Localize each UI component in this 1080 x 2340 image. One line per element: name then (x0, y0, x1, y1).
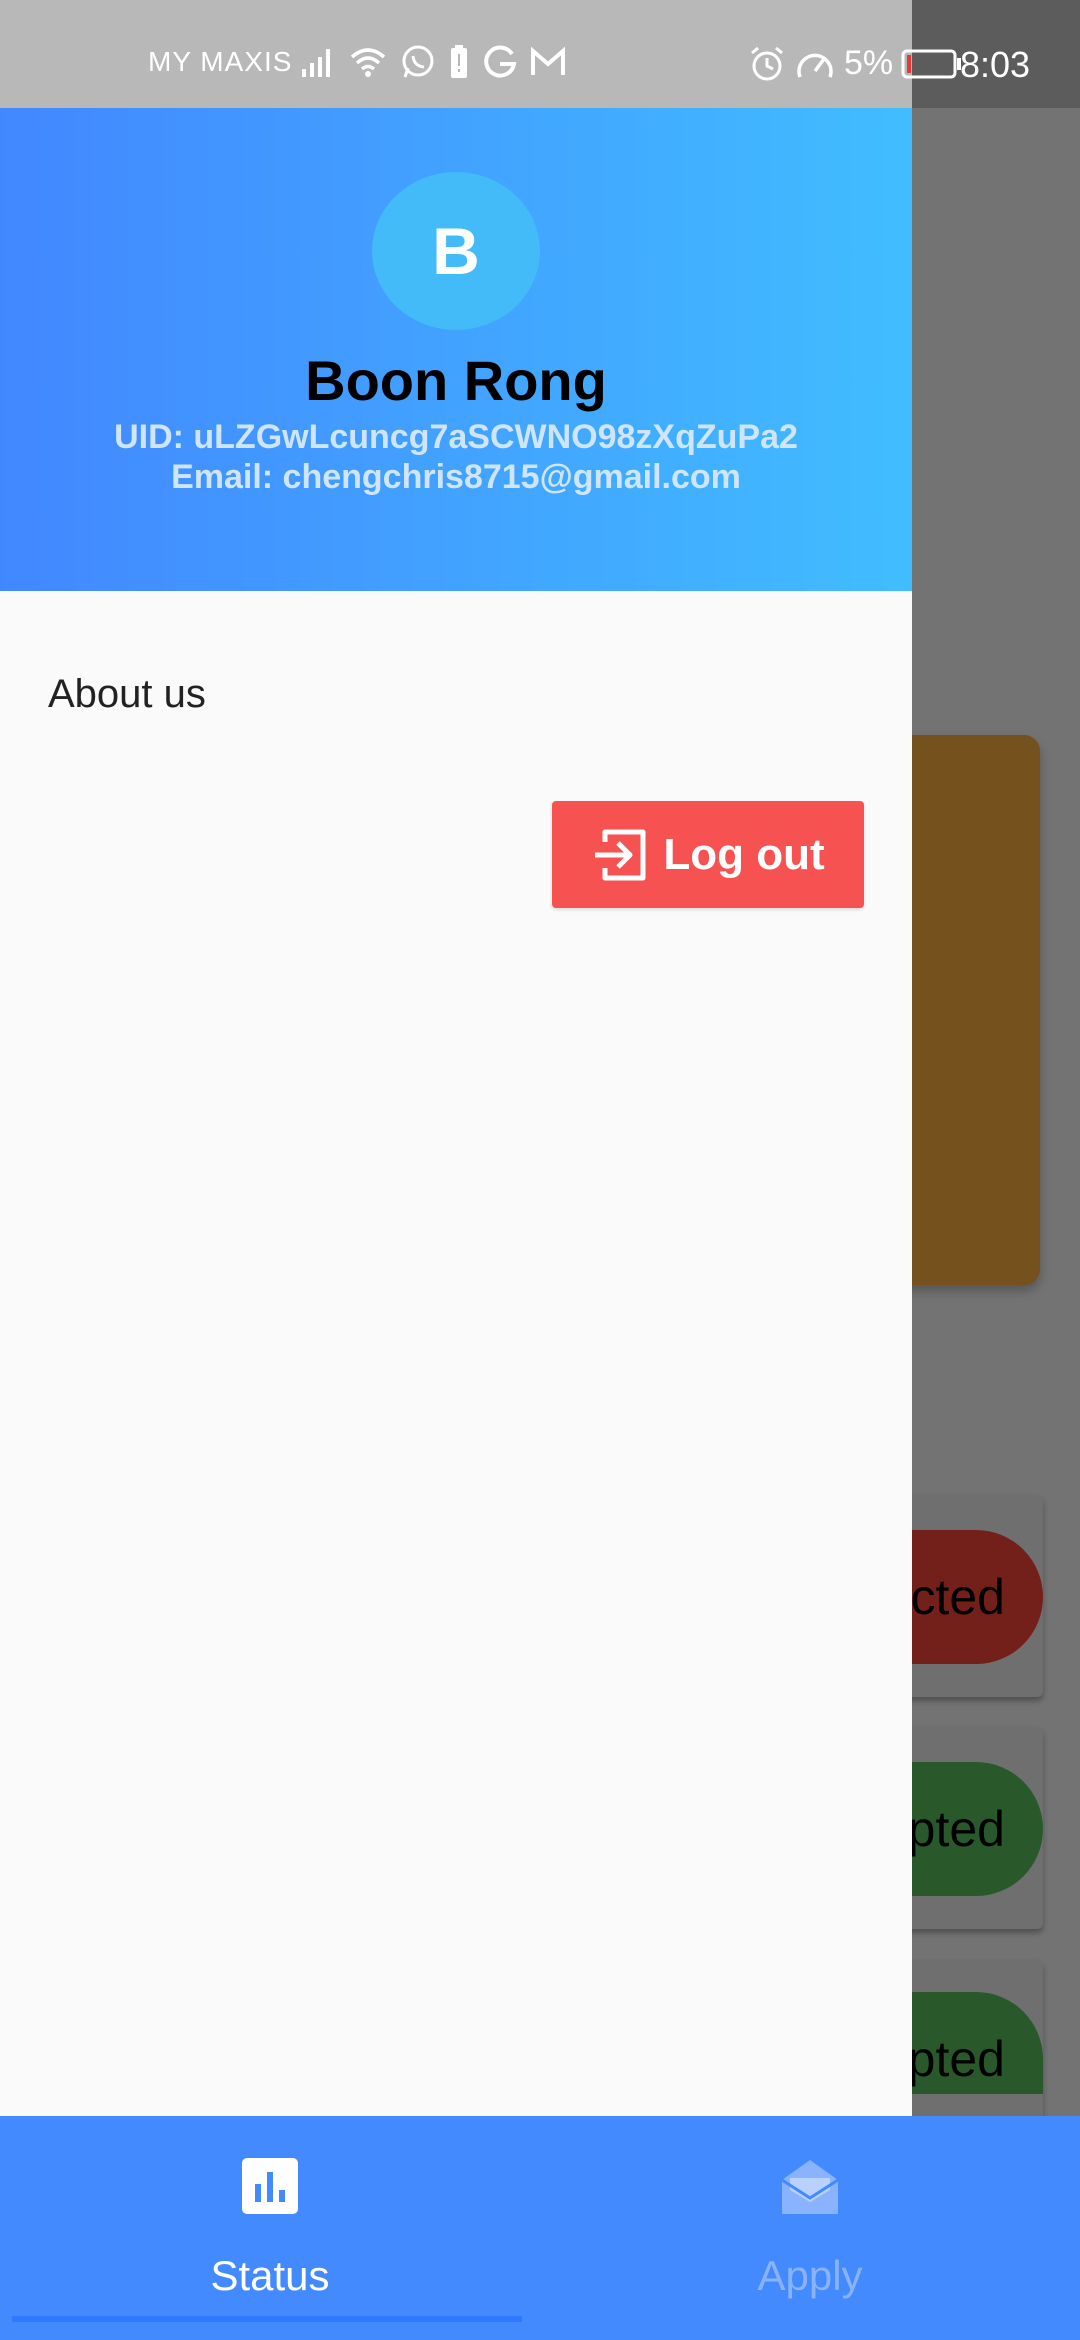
bar-chart-icon (242, 2158, 298, 2214)
tab-status[interactable]: Status (0, 2116, 540, 2340)
gmail-icon (531, 47, 565, 75)
battery-alert-icon (451, 45, 467, 78)
tab-apply[interactable]: Apply (540, 2116, 1080, 2340)
battery-percent: 5% (844, 44, 894, 82)
selected-tab-indicator (12, 2316, 522, 2322)
clock: 8:03 (960, 44, 1031, 85)
status-icons-right: 5% (748, 44, 963, 83)
tab-apply-label: Apply (757, 2252, 863, 2299)
status-icons-left (300, 44, 566, 80)
wifi-icon (350, 48, 386, 77)
logout-label: Log out (663, 829, 825, 879)
status-pill-text: pted (907, 2031, 1005, 2087)
user-email: Email: chengchris8715@gmail.com (171, 458, 741, 496)
alarm-icon (751, 46, 783, 80)
logout-button[interactable]: Log out (552, 801, 864, 908)
carrier-name: MY MAXIS (148, 46, 293, 77)
signal-icon (302, 49, 330, 77)
speedometer-icon (797, 53, 833, 78)
tab-status-label: Status (210, 2252, 330, 2299)
battery-icon (901, 49, 962, 78)
bottom-navigation: Status Apply (0, 2116, 1080, 2340)
status-pill-text: pted (907, 1801, 1005, 1857)
navigation-drawer: B Boon Rong UID: uLZGwLcuncg7aSCWNO98zXq… (0, 0, 912, 2116)
drawer-header: B Boon Rong UID: uLZGwLcuncg7aSCWNO98zXq… (0, 108, 912, 591)
logout-icon (595, 829, 646, 880)
menu-item-about-us[interactable]: About us (48, 672, 206, 717)
user-name: Boon Rong (305, 349, 607, 412)
g-icon (484, 45, 517, 78)
avatar: B (372, 172, 540, 330)
status-pill-text: cted (910, 1569, 1005, 1625)
user-uid: UID: uLZGwLcuncg7aSCWNO98zXqZuPa2 (114, 418, 798, 456)
whatsapp-icon (402, 45, 434, 78)
envelope-open-icon (781, 2160, 839, 2214)
status-bar: MY MAXIS 5% 8:03 (0, 0, 1080, 108)
